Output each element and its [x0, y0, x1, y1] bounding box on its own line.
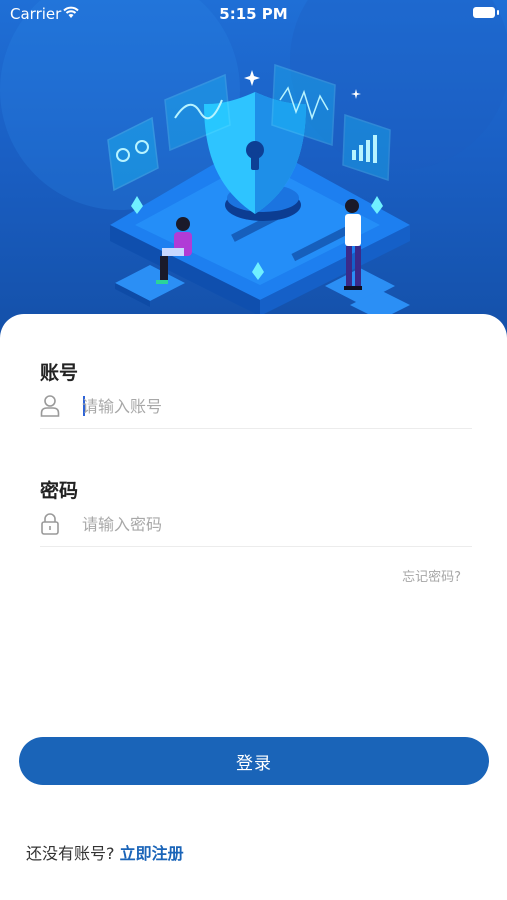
register-prompt: 还没有账号? [26, 844, 115, 863]
lock-icon [41, 513, 59, 535]
account-input[interactable] [82, 392, 462, 420]
status-bar: Carrier 5:15 PM [0, 0, 507, 30]
login-button[interactable]: 登录 [19, 737, 489, 785]
password-field[interactable] [40, 506, 472, 547]
user-icon [40, 395, 60, 417]
status-time: 5:15 PM [219, 5, 288, 23]
forgot-password-link[interactable]: 忘记密码? [402, 566, 461, 585]
account-field[interactable] [40, 388, 472, 429]
register-row: 还没有账号? 立即注册 [26, 840, 184, 864]
security-illustration [0, 0, 507, 320]
battery-icon [473, 7, 499, 18]
register-link[interactable]: 立即注册 [120, 844, 184, 863]
password-label: 密码 [40, 480, 79, 502]
hero-banner: Carrier 5:15 PM [0, 0, 507, 340]
password-input[interactable] [82, 510, 462, 538]
account-label: 账号 [40, 362, 79, 384]
